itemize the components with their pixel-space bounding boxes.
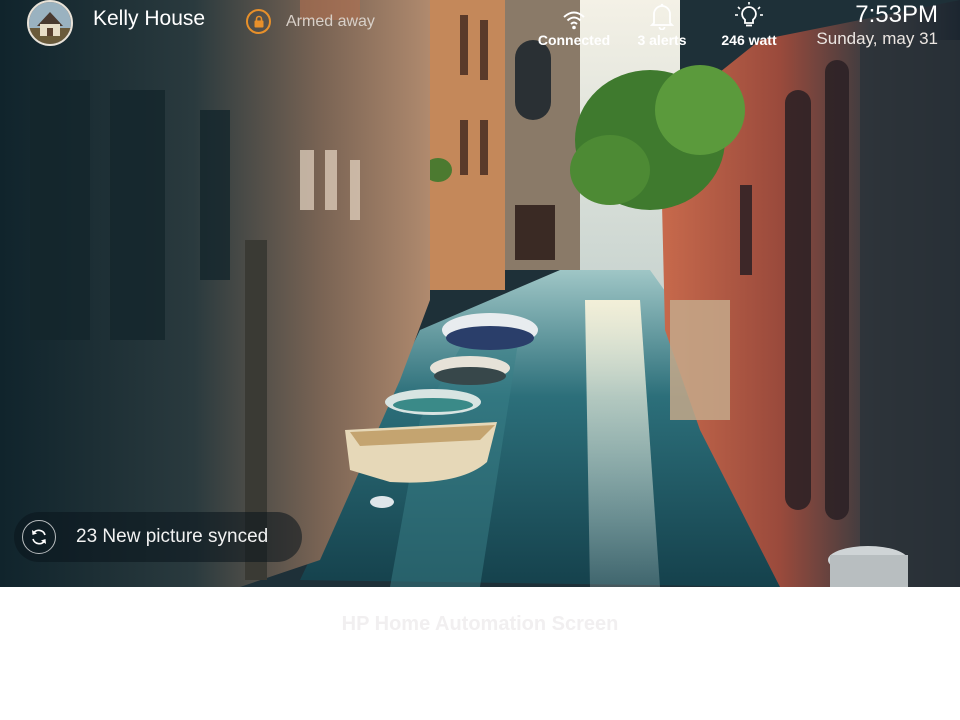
sync-notification[interactable]: 23 New picture synced [14, 512, 302, 562]
lightbulb-icon [699, 0, 799, 30]
screen-caption: HP Home Automation Screen [341, 613, 619, 635]
wifi-label: Connected [537, 32, 611, 48]
power-label: 246 watt [721, 32, 777, 48]
sync-icon [22, 520, 56, 554]
security-status[interactable]: Armed away [286, 13, 375, 31]
venice-canal-background [0, 0, 960, 587]
home-screen: Kelly House Armed away Connected 3 alert… [0, 0, 960, 587]
home-name[interactable]: Kelly House [93, 7, 205, 31]
home-avatar-icon[interactable] [27, 0, 73, 46]
clock: 7:53PM Sunday, may 31 [816, 2, 938, 50]
lock-icon[interactable] [246, 9, 271, 34]
bell-icon [612, 0, 712, 30]
wifi-status[interactable]: Connected [524, 0, 624, 48]
clock-time: 7:53PM [855, 1, 938, 28]
top-status-bar: Kelly House Armed away Connected 3 alert… [0, 0, 960, 56]
clock-date: Sunday, may 31 [816, 29, 938, 48]
power-status[interactable]: 246 watt [699, 0, 799, 48]
sync-message: 23 New picture synced [76, 526, 269, 547]
wifi-icon [524, 0, 624, 30]
alerts-status[interactable]: 3 alerts [612, 0, 712, 48]
alerts-label: 3 alerts [637, 32, 687, 48]
